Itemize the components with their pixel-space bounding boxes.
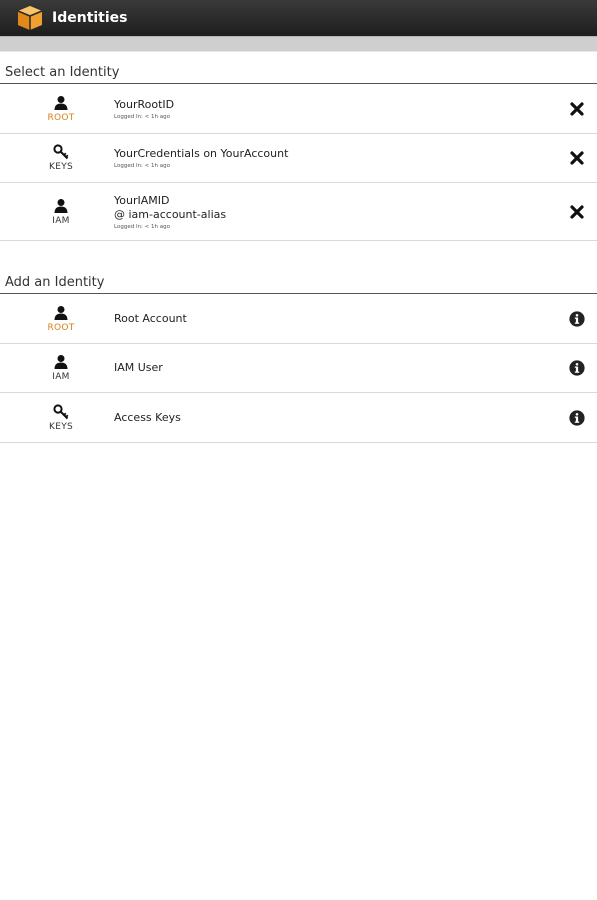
- sub-toolbar: [0, 36, 597, 52]
- account-alias: @ iam-account-alias: [114, 207, 227, 221]
- identity-info: YourCredentials on YourAccount Logged In…: [114, 147, 560, 169]
- info-icon[interactable]: [569, 360, 585, 376]
- info-button[interactable]: [560, 360, 594, 376]
- identity-name: YourCredentials on YourAccount: [114, 147, 289, 160]
- identity-name: YourRootID: [114, 97, 175, 111]
- remove-button[interactable]: [560, 101, 594, 116]
- identity-info: YourIAMID @ iam-account-alias Logged In:…: [114, 194, 560, 230]
- key-icon: [53, 403, 69, 419]
- identity-type: ROOT: [0, 95, 122, 123]
- add-identity-header: Add an Identity: [0, 262, 597, 294]
- type-label: ROOT: [47, 322, 75, 333]
- add-row-keys[interactable]: KEYS Access Keys: [0, 393, 597, 443]
- identity-info: IAM User: [114, 361, 560, 375]
- add-option-label: Root Account: [114, 311, 187, 325]
- type-label: ROOT: [47, 112, 75, 123]
- identity-row-root[interactable]: ROOT YourRootID Logged In: < 1h ago: [0, 84, 597, 134]
- person-icon: [54, 305, 68, 320]
- identity-type: KEYS: [0, 144, 122, 172]
- login-status: Logged In: < 1h ago: [114, 223, 170, 230]
- type-label: KEYS: [49, 421, 73, 432]
- identity-info: YourRootID Logged In: < 1h ago: [114, 98, 560, 120]
- close-icon[interactable]: [570, 101, 584, 116]
- page-title: Identities: [52, 10, 128, 26]
- login-status: Logged In: < 1h ago: [114, 163, 170, 169]
- info-icon[interactable]: [569, 409, 585, 426]
- info-button[interactable]: [560, 310, 594, 327]
- remove-button[interactable]: [560, 204, 594, 219]
- aws-cube-icon[interactable]: [16, 4, 44, 32]
- close-icon[interactable]: [570, 204, 584, 219]
- key-icon: [53, 144, 69, 160]
- identity-name: YourIAMID: [114, 193, 170, 207]
- info-button[interactable]: [560, 409, 594, 426]
- info-icon[interactable]: [569, 310, 585, 327]
- login-status: Logged In: < 1h ago: [114, 113, 170, 120]
- identity-type: KEYS: [0, 403, 122, 432]
- type-label: KEYS: [49, 162, 73, 172]
- identity-type: IAM: [0, 354, 122, 382]
- add-row-root[interactable]: ROOT Root Account: [0, 294, 597, 344]
- add-row-iam[interactable]: IAM IAM User: [0, 344, 597, 393]
- remove-button[interactable]: [560, 151, 594, 165]
- add-option-label: Access Keys: [114, 410, 181, 424]
- identity-row-iam[interactable]: IAM YourIAMID @ iam-account-alias Logged…: [0, 183, 597, 241]
- identity-info: Root Account: [114, 312, 560, 326]
- identity-type: ROOT: [0, 305, 122, 333]
- type-label: IAM: [52, 372, 70, 382]
- select-identity-header: Select an Identity: [0, 52, 597, 84]
- identity-type: IAM: [0, 198, 122, 226]
- add-option-label: IAM User: [114, 361, 163, 374]
- type-label: IAM: [52, 215, 70, 226]
- action-bar: Identities: [0, 0, 597, 36]
- identity-info: Access Keys: [114, 411, 560, 425]
- identity-row-keys[interactable]: KEYS YourCredentials on YourAccount Logg…: [0, 134, 597, 183]
- close-icon[interactable]: [570, 151, 584, 165]
- person-icon: [54, 95, 68, 110]
- person-icon: [54, 355, 68, 369]
- person-icon: [54, 198, 68, 213]
